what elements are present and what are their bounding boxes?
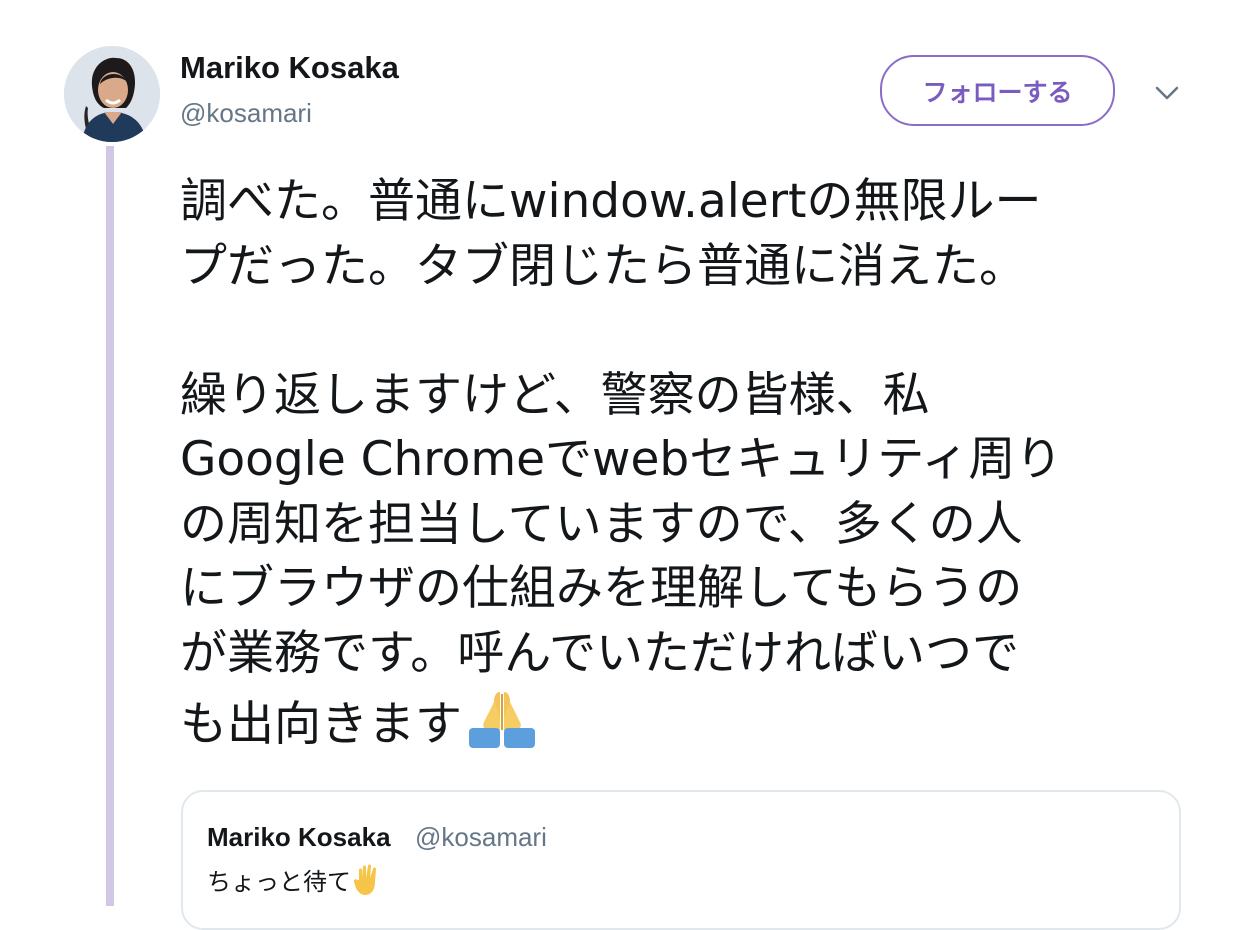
quoted-tweet-card[interactable]: Mariko Kosaka @kosamari ちょっと待て (181, 790, 1181, 930)
tweet-text: 調べた。普通にwindow.alertの無限ルー プだった。タブ閉じたら普通に消… (180, 170, 1180, 752)
tweet-text-line: にブラウザの仕組みを理解してもらうの (180, 561, 1023, 616)
quoted-author-handle: @kosamari (415, 822, 547, 852)
raised-hand-emoji-icon (353, 864, 381, 902)
quoted-tweet-text: ちょっと待て (207, 862, 381, 902)
tweet-text-line-content: も出向きます (180, 697, 462, 752)
folded-hands-emoji-icon (466, 686, 538, 768)
tweet-text-line: 調べた。普通にwindow.alertの無限ルー (180, 174, 1042, 229)
tweet-text-line: Google Chromeでwebセキュリティ周り (180, 432, 1063, 487)
author-avatar[interactable] (64, 46, 160, 142)
tweet-text-line: の周知を担当していますので、多くの人 (180, 496, 1023, 552)
thread-line (106, 146, 114, 906)
tweet-text-line: が業務です。呼んでいただければいつで (180, 625, 1019, 681)
paragraph-break (180, 299, 1180, 364)
follow-button[interactable]: フォローする (880, 55, 1115, 126)
tweet-menu-button[interactable] (1150, 78, 1184, 108)
tweet-text-line: プだった。タブ閉じたら普通に消えた。 (180, 238, 1026, 294)
author-name[interactable]: Mariko Kosaka (180, 50, 399, 86)
chevron-down-icon (1155, 86, 1179, 100)
quoted-author-name: Mariko Kosaka (207, 822, 391, 852)
tweet-text-line: 繰り返しますけど、警察の皆様、私 (180, 367, 930, 423)
author-handle[interactable]: @kosamari (180, 98, 312, 129)
user-avatar-icon (64, 46, 160, 142)
tweet-text-line-last: も出向きます (180, 686, 1180, 752)
